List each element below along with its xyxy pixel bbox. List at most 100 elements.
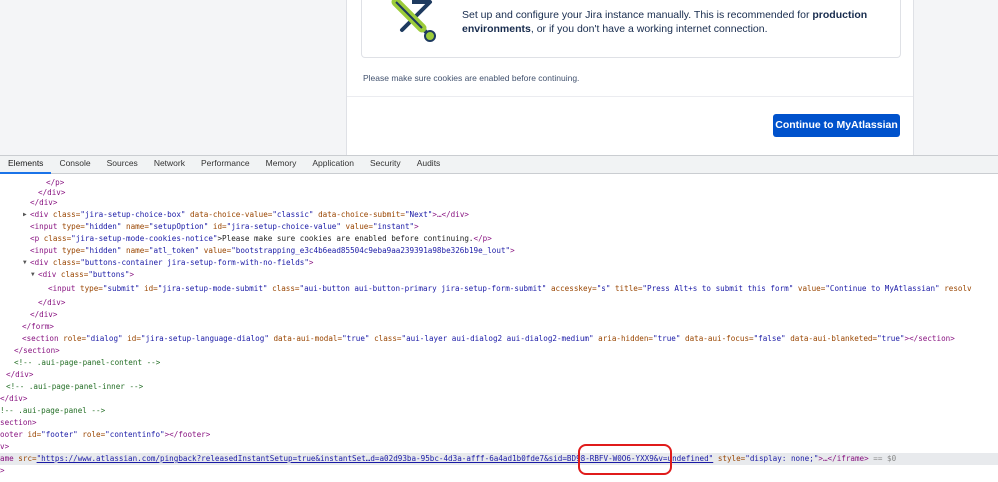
dom-tag: </div> xyxy=(30,310,58,319)
sid-highlight-annotation xyxy=(578,444,672,475)
dom-value: "s" xyxy=(596,284,611,293)
dom-tag: v> xyxy=(0,442,10,451)
dom-tag: ooter xyxy=(0,430,23,439)
dom-value: "aui-button aui-button-primary jira-setu… xyxy=(299,284,547,293)
dom-value: "aui-layer aui-dialog2 aui-dialog2-mediu… xyxy=(401,334,594,343)
tab-application[interactable]: Application xyxy=(304,155,362,173)
dom-tag: > xyxy=(414,222,419,231)
tools-icon xyxy=(382,0,444,42)
dom-tag: <div xyxy=(30,210,49,219)
dom-line[interactable]: <input type="hidden" name="atl_token" va… xyxy=(0,245,998,257)
panel-divider xyxy=(347,96,913,97)
dom-attr: aria-hidden= xyxy=(598,334,653,343)
dom-line[interactable]: v> xyxy=(0,441,998,453)
dom-line[interactable]: </form> xyxy=(0,321,998,333)
dom-line[interactable]: </div> xyxy=(0,393,998,405)
dom-attr: name= xyxy=(126,222,149,231)
dom-value: "footer" xyxy=(41,430,78,439)
dom-tag: >…</iframe> xyxy=(818,454,869,463)
dom-tag: </div> xyxy=(0,394,28,403)
collapse-triangle-icon[interactable]: ▼ xyxy=(31,269,35,281)
dom-tag: > xyxy=(308,258,314,267)
dom-attr: src= xyxy=(18,454,37,463)
dom-attr: title= xyxy=(614,284,643,293)
dom-attr: resolv xyxy=(944,284,972,293)
dom-tag: </div> xyxy=(38,298,66,307)
dom-tag: <input xyxy=(30,246,58,255)
choice-bold-environments: environments xyxy=(462,23,531,35)
dom-value: "contentinfo" xyxy=(105,430,165,439)
tab-console[interactable]: Console xyxy=(51,155,98,173)
dom-tag: ></footer> xyxy=(164,430,211,439)
dom-line[interactable]: <!-- .aui-page-panel-content --> xyxy=(0,357,998,369)
dom-value: "jira-setup-mode-cookies-notice" xyxy=(71,234,218,243)
dom-value: "dialog" xyxy=(86,334,123,343)
dom-line[interactable]: > xyxy=(0,465,998,477)
collapse-triangle-icon[interactable]: ▼ xyxy=(23,257,27,269)
dom-value: "hidden" xyxy=(84,246,122,255)
dom-line[interactable]: </section> xyxy=(0,345,998,357)
dom-line[interactable]: section> xyxy=(0,417,998,429)
dom-tag: </div> xyxy=(30,198,58,207)
dom-line[interactable]: <input type="submit" id="jira-setup-mode… xyxy=(0,283,998,295)
dom-line[interactable]: ▼ <div class="buttons-container jira-set… xyxy=(0,257,998,269)
dom-line[interactable]: </div> xyxy=(0,369,998,381)
continue-to-myatlassian-button[interactable]: Continue to MyAtlassian xyxy=(773,114,900,137)
dom-tag: > xyxy=(0,466,5,475)
dom-attr: type= xyxy=(62,246,85,255)
dom-attr: id= xyxy=(27,430,42,439)
tab-sources[interactable]: Sources xyxy=(99,155,146,173)
dom-attr: value= xyxy=(203,246,232,255)
dom-line[interactable]: </div> xyxy=(0,297,998,309)
tab-audits[interactable]: Audits xyxy=(409,155,449,173)
dom-line[interactable]: </div> xyxy=(0,197,998,209)
dom-line[interactable]: ooter id="footer" role="contentinfo"></f… xyxy=(0,429,998,441)
dom-line[interactable]: !-- .aui-page-panel --> xyxy=(0,405,998,417)
dom-tag: </p> xyxy=(46,178,65,187)
dom-line-selected[interactable]: ame src="https://www.atlassian.com/pingb… xyxy=(0,453,998,465)
setup-choice-box-classic[interactable]: Set up and configure your Jira instance … xyxy=(361,0,901,58)
dom-attr: data-choice-value= xyxy=(190,210,273,219)
tab-performance[interactable]: Performance xyxy=(193,155,258,173)
tab-network[interactable]: Network xyxy=(146,155,193,173)
dom-attr: id= xyxy=(144,284,158,293)
dom-value: "submit" xyxy=(102,284,140,293)
devtools-panel: Elements Console Sources Network Perform… xyxy=(0,155,998,482)
dom-line[interactable]: <p class="jira-setup-mode-cookies-notice… xyxy=(0,233,998,245)
tab-elements[interactable]: Elements xyxy=(0,155,52,174)
dom-line[interactable]: <!-- .aui-page-panel-inner --> xyxy=(0,381,998,393)
dom-line[interactable]: <input type="hidden" name="setupOption" … xyxy=(0,221,998,233)
dom-tag: </div> xyxy=(38,188,66,197)
devtools-tab-bar: Elements Console Sources Network Perform… xyxy=(0,156,998,174)
dom-attr: id= xyxy=(212,222,227,231)
dom-value: "classic" xyxy=(272,210,314,219)
dom-line[interactable]: </div> xyxy=(0,309,998,321)
dom-attr: name= xyxy=(126,246,149,255)
dom-tag: ame xyxy=(0,454,14,463)
dom-line[interactable]: ▶ <div class="jira-setup-choice-box" dat… xyxy=(0,209,998,221)
dom-attr: data-aui-modal= xyxy=(273,334,343,343)
dom-value: "hidden" xyxy=(84,222,122,231)
tab-security[interactable]: Security xyxy=(362,155,409,173)
dom-value: "true" xyxy=(342,334,370,343)
dom-tag: <input xyxy=(48,284,76,293)
dom-attr: data-aui-focus= xyxy=(685,334,754,343)
setup-panel: Set up and configure your Jira instance … xyxy=(346,0,914,155)
dom-comment: <!-- .aui-page-panel-inner --> xyxy=(6,382,144,391)
tab-memory[interactable]: Memory xyxy=(258,155,305,173)
dom-tag: </div> xyxy=(6,370,34,379)
dom-tag: >…</div> xyxy=(432,210,469,219)
dom-value: "atl_token" xyxy=(148,246,200,255)
expand-triangle-icon[interactable]: ▶ xyxy=(23,209,27,221)
dom-tag: <input xyxy=(30,222,58,231)
dom-value: "jira-setup-language-dialog" xyxy=(140,334,269,343)
dom-attr: accesskey= xyxy=(550,284,597,293)
dom-value: "setupOption" xyxy=(148,222,209,231)
dom-attr: value= xyxy=(797,284,826,293)
dom-line[interactable]: <section role="dialog" id="jira-setup-la… xyxy=(0,333,998,345)
dom-tag: </p> xyxy=(473,234,492,243)
dom-line[interactable]: ▼ <div class="buttons"> xyxy=(0,269,998,281)
dom-text: >Please make sure cookies are enabled be… xyxy=(217,234,474,243)
selected-node-marker: == $0 xyxy=(873,454,897,463)
dom-attr: role= xyxy=(63,334,87,343)
